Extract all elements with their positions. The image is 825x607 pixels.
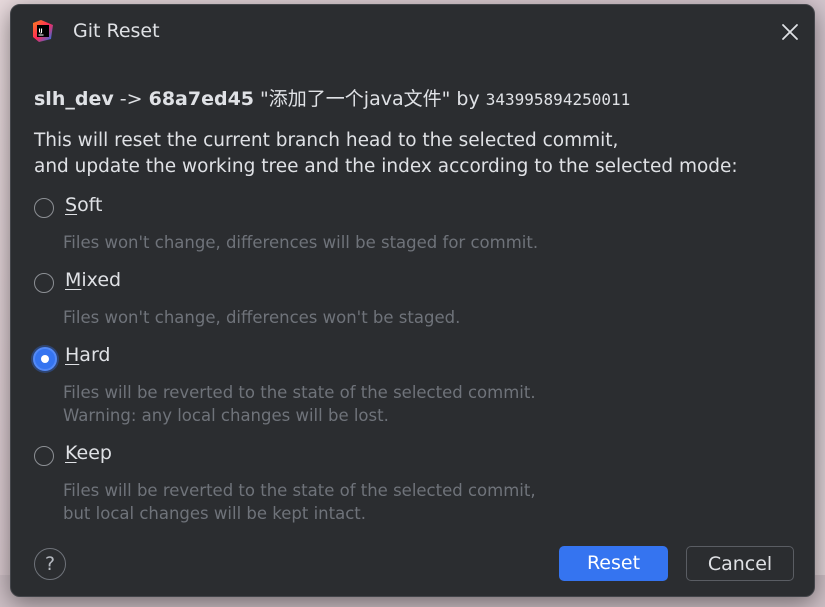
soft-description: Files won't change, differences will be … [63,233,539,252]
keep-description: Files will be reverted to the state of t… [63,481,536,523]
hard-label[interactable]: Hard [65,344,110,366]
mixed-radio[interactable] [34,273,54,293]
mixed-description: Files won't change, differences won't be… [63,308,461,327]
svg-text:IJ: IJ [39,29,43,35]
mixed-label[interactable]: Mixed [65,269,121,291]
keep-label[interactable]: Keep [65,442,112,464]
commit-summary: slh_dev -> 68a7ed45 "添加了一个java文件" by 343… [34,84,630,111]
arrow-text: -> [113,88,149,110]
keep-radio[interactable] [34,446,54,466]
by-text: by [456,88,486,110]
dialog-titlebar: IJ Git Reset [11,5,814,57]
git-reset-dialog: IJ Git Reset slh_dev -> 68a7ed45 "添加了一个j… [10,4,815,597]
soft-radio[interactable] [34,198,54,218]
close-icon[interactable] [777,19,803,45]
reset-description: This will reset the current branch head … [34,128,738,180]
commit-message: "添加了一个java文件" [254,88,457,110]
help-button[interactable]: ? [34,548,66,580]
soft-label[interactable]: Soft [65,194,103,216]
description-line-2: and update the working tree and the inde… [34,156,738,177]
hard-radio[interactable] [33,347,57,371]
dialog-title: Git Reset [73,20,160,42]
branch-name: slh_dev [34,88,114,110]
intellij-idea-icon: IJ [31,19,55,43]
description-line-1: This will reset the current branch head … [34,130,619,151]
reset-button[interactable]: Reset [559,546,668,581]
cancel-button[interactable]: Cancel [686,546,794,581]
hard-description: Files will be reverted to the state of t… [63,383,536,425]
commit-author: 343995894250011 [485,90,631,109]
commit-hash: 68a7ed45 [148,88,255,110]
